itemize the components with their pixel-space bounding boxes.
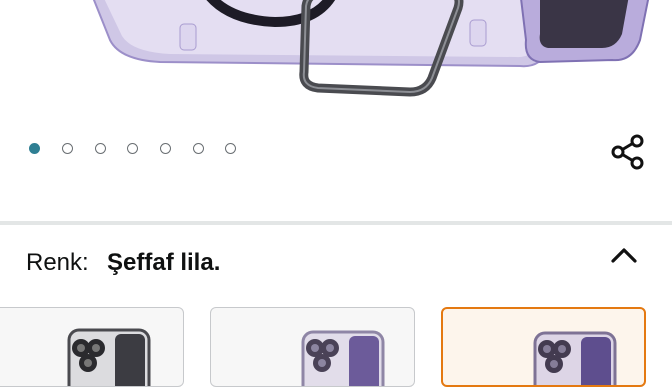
carousel-dot[interactable] <box>225 143 236 154</box>
variant-label: Renk: <box>26 249 89 276</box>
carousel-dot[interactable] <box>95 143 106 154</box>
collapse-button[interactable] <box>608 240 640 272</box>
variant-option-purple-light[interactable] <box>210 307 415 387</box>
share-button[interactable] <box>609 133 647 171</box>
carousel-dot[interactable] <box>160 143 171 154</box>
variant-header[interactable] <box>0 226 672 298</box>
carousel-dot-active[interactable] <box>29 143 40 154</box>
share-icon <box>611 134 644 170</box>
phone-thumbnail <box>301 330 385 386</box>
chevron-up-icon <box>611 248 637 263</box>
variant-option-black[interactable] <box>0 307 184 387</box>
section-divider <box>0 221 672 225</box>
phone-thumbnail <box>533 331 617 385</box>
variant-option-purple-selected[interactable] <box>441 307 646 387</box>
carousel-dot[interactable] <box>193 143 204 154</box>
phone-thumbnail <box>67 328 151 386</box>
variant-selected-value: Şeffaf lila. <box>107 249 221 276</box>
phone-case-illustration <box>92 0 650 97</box>
carousel-dot[interactable] <box>62 143 73 154</box>
carousel-dot[interactable] <box>127 143 138 154</box>
product-image[interactable] <box>0 0 672 128</box>
